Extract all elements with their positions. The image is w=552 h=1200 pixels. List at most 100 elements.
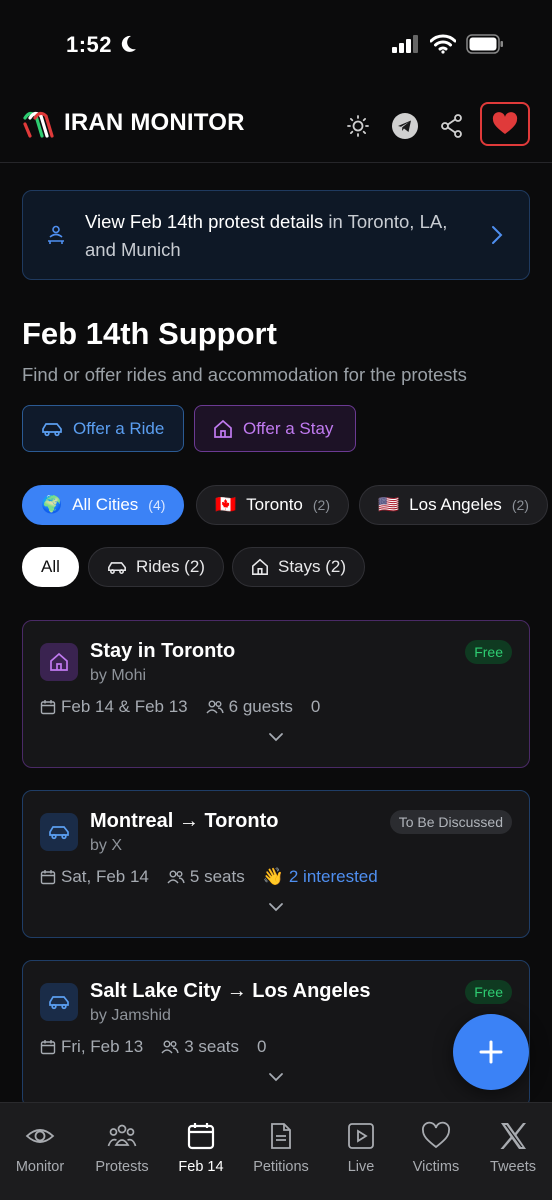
people-icon — [167, 870, 185, 884]
car-icon — [42, 422, 62, 436]
page-title: Feb 14th Support — [22, 316, 277, 351]
nav-label: Feb 14 — [178, 1159, 224, 1175]
type-filter-stays[interactable]: Stays (2) — [232, 547, 366, 587]
calendar-icon — [187, 1123, 215, 1150]
listing-title: Stay in Toronto — [90, 640, 236, 662]
offer-stay-label: Offer a Stay — [243, 418, 334, 438]
offer-ride-button[interactable]: Offer a Ride — [22, 405, 184, 452]
share-icon — [441, 114, 462, 138]
nav-item-protests[interactable]: Protests — [82, 1121, 162, 1175]
plus-icon — [479, 1040, 503, 1064]
calendar-icon — [40, 1040, 56, 1055]
home-icon — [40, 643, 78, 681]
nav-item-tweets[interactable]: Tweets — [473, 1121, 552, 1175]
app-title: IRAN MONITOR — [64, 109, 245, 136]
nav-label: Monitor — [15, 1159, 65, 1175]
nav-item-petitions[interactable]: Petitions — [241, 1121, 321, 1175]
city-filter-label: Toronto — [246, 495, 303, 514]
document-icon — [271, 1123, 291, 1149]
podium-person-icon — [48, 225, 64, 244]
listing-card-stay[interactable]: Stay in Toronto by Mohi Free Feb 14 & Fe… — [22, 620, 530, 768]
calendar-icon — [40, 870, 56, 885]
type-filter-all[interactable]: All — [22, 547, 79, 587]
theme-toggle-button[interactable] — [340, 108, 376, 144]
status-time: 1:52 — [66, 32, 113, 57]
moon-icon — [121, 35, 136, 52]
canada-flag-icon: 🇨🇦 — [215, 495, 237, 514]
home-icon — [214, 419, 232, 438]
listing-date: Sat, Feb 14 — [61, 867, 149, 886]
nav-label: Live — [347, 1159, 375, 1175]
listing-date: Feb 14 & Feb 13 — [61, 697, 188, 716]
sun-icon — [347, 115, 369, 137]
battery-icon — [466, 34, 503, 54]
telegram-icon — [392, 113, 418, 139]
wifi-icon — [430, 34, 456, 54]
eye-icon — [25, 1129, 55, 1143]
banner-bold-text: View Feb 14th protest details — [85, 211, 324, 232]
nav-item-monitor[interactable]: Monitor — [0, 1121, 80, 1175]
listing-author: by Jamshid — [90, 1007, 171, 1024]
city-filter-label: All Cities — [72, 495, 139, 514]
protest-details-banner[interactable]: View Feb 14th protest details in Toronto… — [22, 190, 530, 280]
listing-interest: 0 — [257, 1037, 267, 1056]
listing-meta: Fri, Feb 13 3 seats 0 — [40, 1037, 284, 1057]
add-listing-button[interactable] — [453, 1014, 529, 1090]
x-logo-icon — [500, 1123, 526, 1149]
nav-label: Tweets — [490, 1159, 536, 1175]
car-icon — [40, 983, 78, 1021]
listing-card-ride[interactable]: Montreal → Toronto by X To Be Discussed … — [22, 790, 530, 938]
car-icon — [40, 813, 78, 851]
share-button[interactable] — [434, 108, 470, 144]
city-filter-los-angeles[interactable]: 🇺🇸 Los Angeles (2) — [359, 485, 548, 525]
nav-item-victims[interactable]: Victims — [396, 1121, 476, 1175]
nav-label: Petitions — [253, 1159, 309, 1175]
listing-author: by X — [90, 837, 123, 854]
donate-heart-button[interactable] — [480, 102, 530, 146]
city-filter-toronto[interactable]: 🇨🇦 Toronto (2) — [196, 485, 349, 525]
car-icon — [108, 561, 126, 574]
price-badge: To Be Discussed — [389, 810, 512, 834]
nav-item-feb14[interactable]: Feb 14 — [161, 1121, 241, 1175]
chevron-down-icon[interactable] — [267, 731, 285, 743]
nav-label: Protests — [95, 1159, 149, 1175]
globe-icon: 🌍 — [41, 495, 63, 514]
nav-item-live[interactable]: Live — [321, 1121, 401, 1175]
wave-icon: 👋 — [262, 867, 284, 886]
offer-ride-label: Offer a Ride — [73, 418, 165, 438]
price-badge: Free — [465, 980, 512, 1004]
people-icon — [107, 1124, 137, 1147]
chevron-down-icon[interactable] — [267, 901, 285, 913]
type-filter-label: All — [41, 557, 60, 576]
offer-stay-button[interactable]: Offer a Stay — [194, 405, 356, 452]
listing-card-ride[interactable]: Salt Lake City → Los Angeles by Jamshid … — [22, 960, 530, 1108]
home-icon — [252, 558, 268, 575]
city-filter-all[interactable]: 🌍 All Cities (4) — [22, 485, 185, 525]
telegram-button[interactable] — [387, 108, 423, 144]
listing-title: Montreal → Toronto — [90, 810, 279, 832]
logo-mark-icon — [23, 111, 54, 138]
type-filter-label: Stays (2) — [278, 557, 347, 576]
listing-author: by Mohi — [90, 667, 147, 684]
app-logo[interactable]: IRAN MONITOR — [22, 106, 245, 140]
city-filter-label: Los Angeles — [409, 495, 502, 514]
page-subtitle: Find or offer rides and accommodation fo… — [22, 364, 467, 385]
city-filter-count: (4) — [148, 497, 166, 513]
calendar-icon — [40, 700, 56, 715]
listing-interest: 0 — [310, 697, 321, 716]
chevron-down-icon[interactable] — [267, 1071, 285, 1083]
city-filter-count: (2) — [312, 497, 330, 513]
price-badge: Free — [465, 640, 512, 664]
type-filter-label: Rides (2) — [136, 557, 205, 576]
interested-button[interactable]: 👋 2 interested — [263, 867, 378, 887]
nav-label: Victims — [412, 1159, 460, 1175]
cellular-signal-icon — [392, 35, 418, 53]
chevron-right-icon — [492, 226, 503, 244]
city-filter-count: (2) — [511, 497, 529, 513]
banner-text: View Feb 14th protest details in Toronto… — [85, 208, 475, 264]
listing-interest: 2 interested — [288, 867, 378, 886]
play-icon — [348, 1123, 374, 1149]
heart-outline-icon — [422, 1121, 450, 1149]
type-filter-rides[interactable]: Rides (2) — [88, 547, 224, 587]
listing-title: Salt Lake City → Los Angeles — [90, 980, 371, 1002]
